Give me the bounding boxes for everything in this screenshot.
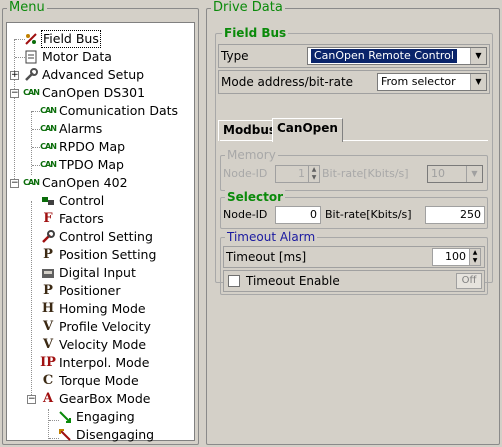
- menu-tree[interactable]: + − − − Field Bus Motor Data Advanced Se…: [6, 22, 195, 444]
- tree-item-interpol-mode[interactable]: IP Interpol. Mode: [40, 354, 150, 372]
- tree-item-homing-mode[interactable]: H Homing Mode: [41, 300, 147, 318]
- tree-item-control-setting[interactable]: Control Setting: [41, 228, 154, 246]
- drive-data-title: Drive Data: [211, 0, 285, 15]
- timeout-row: Timeout [ms] 100 ▲ ▼: [223, 246, 485, 268]
- mode-label: Mode address/bit-rate: [221, 75, 354, 89]
- homing-icon: H: [41, 301, 55, 316]
- timeout-alarm-title: Timeout Alarm: [225, 230, 318, 244]
- selector-bitrate-label: Bit-rate[Kbits/s]: [325, 208, 412, 221]
- tree-line: [31, 201, 32, 401]
- timeout-alarm-group: Timeout Alarm Timeout [ms] 100 ▲ ▼ Timeou…: [220, 230, 488, 295]
- fieldbus-group: Field Bus Type CanOpen Remote Control ▼ …: [215, 26, 493, 295]
- tree-item-advanced-setup[interactable]: Advanced Setup: [24, 66, 145, 84]
- menu-panel: Menu + − − − Field Bus Motor Data Advanc…: [2, 1, 199, 445]
- digital-input-icon: [41, 266, 55, 280]
- selector-node-label: Node-ID: [223, 208, 268, 221]
- memory-node-label: Node-ID: [223, 167, 268, 180]
- tree-item-communication-dats[interactable]: CAN Comunication Dats: [40, 102, 179, 120]
- memory-group: Memory Node-ID 1 ▲ ▼ Bit-rate[Kbits/s] 10…: [220, 148, 488, 191]
- memory-node-spinner[interactable]: ▲ ▼: [308, 165, 320, 183]
- tree-item-digital-input[interactable]: Digital Input: [41, 264, 137, 282]
- settings-icon: [41, 230, 55, 244]
- chevron-down-icon[interactable]: ▼: [470, 74, 486, 90]
- tree-item-canopen-ds301[interactable]: CAN CanOpen DS301: [23, 84, 146, 102]
- positioner-icon: P: [43, 283, 53, 298]
- timeout-enable-status[interactable]: Off: [456, 273, 482, 289]
- tree-item-field-bus[interactable]: Field Bus: [24, 30, 101, 48]
- tree-item-profile-velocity[interactable]: V Profile Velocity: [41, 318, 152, 336]
- tree-item-torque-mode[interactable]: C Torque Mode: [41, 372, 140, 390]
- tab-canopen[interactable]: CanOpen: [272, 118, 343, 142]
- control-icon: [41, 194, 55, 208]
- type-row: Type CanOpen Remote Control ▼: [218, 44, 490, 68]
- memory-bitrate-select[interactable]: 10 ▼: [427, 165, 483, 183]
- velocity-icon: V: [42, 319, 54, 334]
- tree-item-gearbox-mode[interactable]: A GearBox Mode: [41, 390, 151, 408]
- velocity-icon: V: [42, 337, 54, 352]
- tree-item-rpdo-map[interactable]: CAN RPDO Map: [40, 138, 126, 156]
- memory-title: Memory: [225, 148, 278, 162]
- mode-row: Mode address/bit-rate From selector ▼: [218, 70, 490, 94]
- disengaging-icon: [58, 428, 72, 442]
- tree-item-positioner[interactable]: P Positioner: [41, 282, 122, 300]
- torque-icon: C: [42, 373, 54, 388]
- canopen-icon: CAN: [23, 178, 40, 187]
- chevron-down-icon[interactable]: ▼: [466, 166, 482, 182]
- collapse-icon[interactable]: −: [10, 89, 19, 98]
- fieldbus-icon: [24, 32, 38, 46]
- tree-item-disengaging[interactable]: Disengaging: [58, 426, 155, 444]
- memory-node-field[interactable]: 1: [275, 165, 309, 183]
- gearbox-icon: A: [42, 391, 54, 406]
- interpolation-icon: IP: [40, 355, 56, 370]
- chevron-down-icon[interactable]: ▼: [470, 48, 486, 64]
- collapse-icon[interactable]: −: [10, 179, 19, 188]
- tree-line: [48, 409, 49, 439]
- canopen-icon: CAN: [40, 124, 57, 133]
- timeout-spinner[interactable]: ▲ ▼: [469, 248, 481, 266]
- menu-title: Menu: [7, 0, 47, 15]
- expand-icon[interactable]: +: [10, 71, 19, 80]
- mode-select[interactable]: From selector ▼: [377, 73, 487, 91]
- tree-item-control[interactable]: Control: [41, 192, 105, 210]
- fieldbus-title: Field Bus: [222, 26, 289, 40]
- timeout-enable-checkbox[interactable]: [228, 275, 240, 287]
- canopen-tab-body: Memory Node-ID 1 ▲ ▼ Bit-rate[Kbits/s] 10…: [220, 140, 488, 295]
- canopen-icon: CAN: [23, 88, 40, 97]
- drive-data-panel: Drive Data Field Bus Type CanOpen Remote…: [206, 1, 500, 445]
- factors-icon: F: [43, 211, 53, 226]
- collapse-icon[interactable]: −: [27, 395, 36, 404]
- canopen-icon: CAN: [40, 160, 57, 169]
- type-select[interactable]: CanOpen Remote Control ▼: [307, 47, 487, 65]
- timeout-enable-row: Timeout Enable Off: [223, 270, 485, 292]
- type-label: Type: [221, 49, 249, 63]
- timeout-enable-label: Timeout Enable: [246, 274, 340, 288]
- tree-item-tpdo-map[interactable]: CAN TPDO Map: [40, 156, 125, 174]
- tree-item-engaging[interactable]: Engaging: [58, 408, 136, 426]
- wrench-icon: [24, 68, 38, 82]
- tree-item-canopen-402[interactable]: CAN CanOpen 402: [23, 174, 129, 192]
- tree-item-velocity-mode[interactable]: V Velocity Mode: [41, 336, 147, 354]
- selector-group: Selector Node-ID 0 Bit-rate[Kbits/s] 250: [220, 190, 488, 229]
- tree-item-alarms[interactable]: CAN Alarms: [40, 120, 103, 138]
- timeout-field[interactable]: 100: [432, 248, 470, 266]
- tree-item-motor-data[interactable]: Motor Data: [24, 48, 113, 66]
- canopen-icon: CAN: [40, 142, 57, 151]
- selector-title: Selector: [225, 190, 286, 204]
- timeout-label: Timeout [ms]: [226, 250, 307, 264]
- canopen-icon: CAN: [40, 106, 57, 115]
- tree-item-position-setting[interactable]: P Position Setting: [41, 246, 157, 264]
- position-icon: P: [43, 247, 53, 262]
- memory-bitrate-label: Bit-rate[Kbits/s]: [322, 167, 409, 180]
- tree-item-factors[interactable]: F Factors: [41, 210, 105, 228]
- engaging-icon: [58, 410, 72, 424]
- selector-bitrate-field: 250: [425, 206, 485, 224]
- selector-node-field: 0: [275, 206, 321, 224]
- tree-line: [14, 39, 15, 185]
- document-icon: [24, 50, 38, 64]
